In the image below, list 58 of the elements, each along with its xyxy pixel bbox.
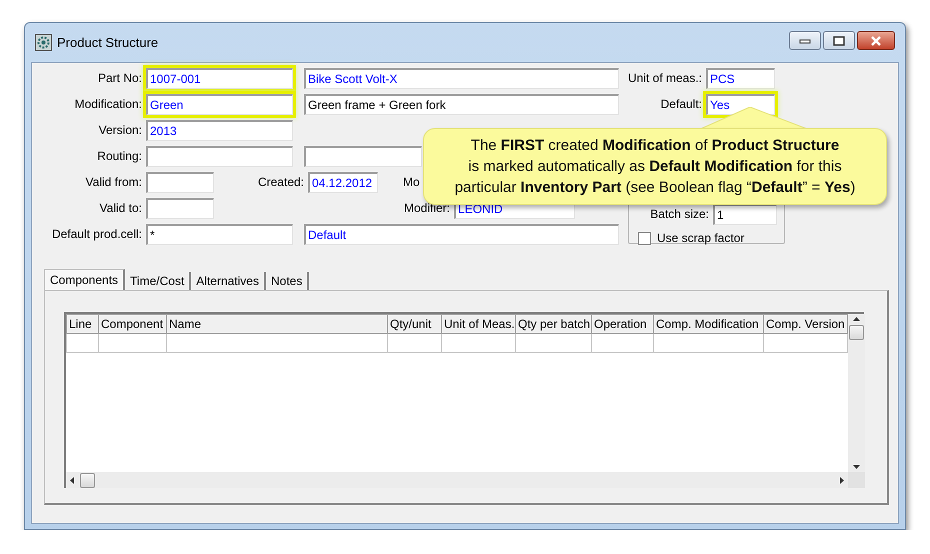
field-label: Modifier: (404, 200, 452, 217)
column-header: Name (166, 314, 388, 334)
vertical-scrollbar[interactable] (848, 314, 865, 472)
text-field[interactable] (146, 146, 293, 166)
column-header: Component (98, 314, 166, 334)
column-header: Unit of Meas. (442, 314, 516, 334)
text-field[interactable]: 04.12.2012 (308, 172, 378, 192)
tooltip-text: is marked automatically as Default Modification for this (468, 157, 842, 177)
close-icon (870, 36, 882, 46)
scroll-right-icon[interactable] (840, 476, 844, 484)
column-header: Comp. Modification (654, 314, 764, 334)
text-field[interactable]: Default (304, 224, 619, 244)
tooltip-text: The FIRST created Modification of Product Structure (470, 136, 840, 156)
scroll-up-icon[interactable] (853, 317, 860, 321)
column-header: Operation (592, 314, 654, 334)
tooltip-text: particular Inventory Part (see Boolean flag “Default” = Yes) (454, 178, 856, 198)
field-label: Modification: (74, 96, 143, 113)
scroll-down-icon[interactable] (853, 465, 860, 469)
field-label: Unit of meas.: (626, 70, 703, 87)
field-label: Valid from: (84, 174, 143, 191)
field-label: Part No: (96, 70, 143, 87)
window-title: Product Structure (57, 34, 158, 52)
field-label: Mo (403, 174, 420, 191)
text-field[interactable] (146, 172, 214, 192)
text-field[interactable]: Bike Scott Volt-X (304, 68, 619, 88)
column-header: Qty/unit (388, 314, 442, 334)
text-field[interactable] (146, 198, 214, 218)
text-field[interactable]: Green frame + Green fork (304, 94, 619, 114)
field-label: Batch size: (649, 206, 710, 223)
app-icon (35, 34, 52, 51)
field-label: Routing: (96, 148, 143, 165)
field-label: Default: (660, 96, 703, 113)
field-label: Valid to: (98, 200, 143, 217)
field-label: Version: (98, 122, 143, 139)
close-button[interactable] (857, 31, 895, 50)
field-label: Created: (256, 174, 305, 191)
scroll-left-icon[interactable] (70, 476, 74, 484)
maximize-button[interactable] (823, 31, 855, 50)
text-field[interactable] (304, 146, 422, 166)
scroll-thumb[interactable] (80, 472, 95, 488)
scrollbar-corner (848, 472, 865, 488)
scroll-thumb[interactable] (849, 325, 864, 340)
column-header: Line (66, 314, 98, 334)
maximize-icon (833, 36, 845, 46)
checkbox-label: Use scrap factor (657, 230, 744, 247)
text-field[interactable]: 1 (713, 204, 777, 224)
text-field[interactable]: * (146, 224, 293, 244)
column-header: Qty per batch (516, 314, 592, 334)
minimize-icon (799, 38, 811, 44)
text-field[interactable]: 2013 (146, 120, 293, 140)
tab[interactable]: Components (44, 269, 126, 290)
column-header: Comp. Version (764, 314, 848, 334)
text-field[interactable]: 1007-001 (146, 68, 293, 88)
minimize-button[interactable] (789, 31, 821, 50)
horizontal-scrollbar[interactable] (66, 472, 848, 488)
field-label: Default prod.cell: (50, 226, 143, 243)
text-field[interactable]: PCS (706, 68, 775, 88)
checkbox[interactable] (638, 232, 651, 244)
